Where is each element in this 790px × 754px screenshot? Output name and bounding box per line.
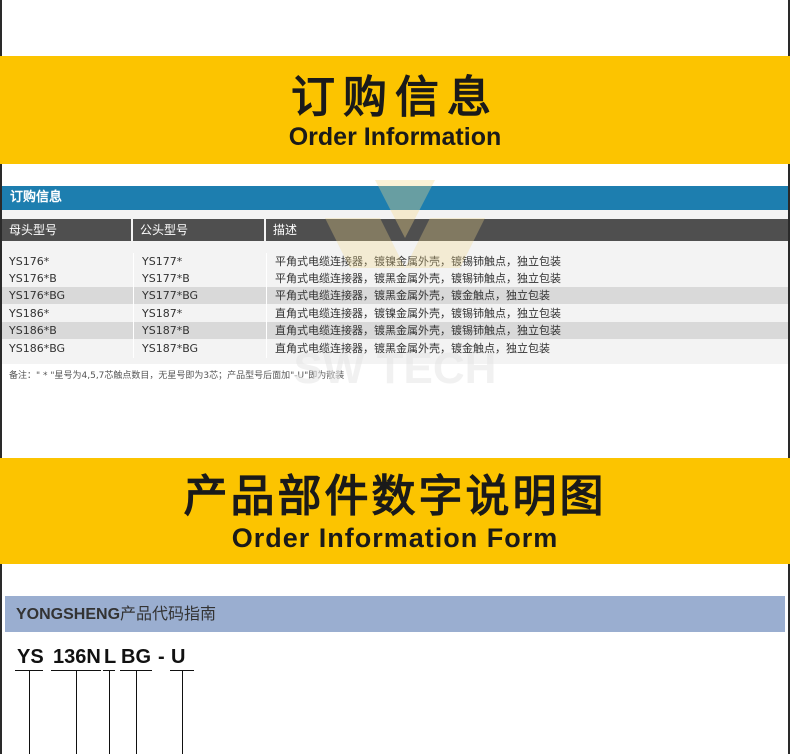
description: 平角式电缆连接器，镀黑金属外壳，镀锡铈触点，独立包装 xyxy=(275,272,561,285)
column-divider xyxy=(133,253,134,358)
code-leader-line xyxy=(136,670,137,754)
table-note: 备注：" * "星号为4,5,7芯触点数目，无星号即为3芯；产品型号后面加"-U… xyxy=(9,371,345,381)
female-model: YS176*B xyxy=(9,272,57,285)
female-model: YS176*BG xyxy=(9,289,66,302)
column-divider xyxy=(266,253,267,358)
description: 平角式电缆连接器，镀镍金属外壳，镀锡铈触点，独立包装 xyxy=(275,255,561,268)
code-part-orientation: L xyxy=(104,646,117,668)
female-model: YS186*BG xyxy=(9,342,66,355)
code-leader-line xyxy=(29,670,30,754)
code-part-dash: - xyxy=(158,646,165,668)
order-form-banner: 产品部件数字说明图 Order Information Form xyxy=(0,458,790,564)
table-row: YS186* YS187* 直角式电缆连接器，镀镍金属外壳，镀锡铈触点，独立包装 xyxy=(2,305,788,322)
guide-brand: YONGSHENG xyxy=(16,606,121,623)
table-heading: 订购信息 xyxy=(2,186,788,210)
banner-title-en: Order Information Form xyxy=(231,523,559,553)
order-info-banner: 订购信息 Order Information xyxy=(0,56,790,164)
code-part-prefix: YS xyxy=(17,646,44,668)
code-leader-line xyxy=(76,670,77,754)
code-part-packaging: U xyxy=(171,646,186,668)
female-model: YS186*B xyxy=(9,324,57,337)
table-row: YS186*BG YS187*BG 直角式电缆连接器，镀黑金属外壳，镀金触点，独… xyxy=(2,340,788,357)
guide-title: 产品代码指南 xyxy=(120,604,217,623)
male-model: YS187*BG xyxy=(142,342,199,355)
male-model: YS177*BG xyxy=(142,289,199,302)
description: 直角式电缆连接器，镀镍金属外壳，镀锡铈触点，独立包装 xyxy=(275,307,561,320)
code-leader-line xyxy=(109,670,110,754)
code-part-finish: BG xyxy=(121,646,151,668)
table-row: YS186*B YS187*B 直角式电缆连接器，镀黑金属外壳，镀锡铈触点，独立… xyxy=(2,322,788,339)
column-header-description: 描述 xyxy=(266,219,788,241)
male-model: YS187*B xyxy=(142,324,190,337)
female-model: YS186* xyxy=(9,307,50,320)
column-header-male: 公头型号 xyxy=(133,219,264,241)
code-leader-line xyxy=(182,670,183,754)
banner-title-cn: 产品部件数字说明图 xyxy=(183,471,607,522)
male-model: YS187* xyxy=(142,307,183,320)
banner-title-en: Order Information xyxy=(288,123,502,151)
column-header-female: 母头型号 xyxy=(2,219,131,241)
description: 直角式电缆连接器，镀黑金属外壳，镀金触点，独立包装 xyxy=(275,342,550,355)
male-model: YS177*B xyxy=(142,272,190,285)
code-part-series: 136N xyxy=(53,646,101,668)
table-row: YS176*B YS177*B 平角式电缆连接器，镀黑金属外壳，镀锡铈触点，独立… xyxy=(2,270,788,287)
female-model: YS176* xyxy=(9,255,50,268)
banner-title-cn: 订购信息 xyxy=(291,72,499,123)
description: 平角式电缆连接器，镀黑金属外壳，镀金触点，独立包装 xyxy=(275,289,550,302)
table-row: YS176* YS177* 平角式电缆连接器，镀镍金属外壳，镀锡铈触点，独立包装 xyxy=(2,253,788,270)
description: 直角式电缆连接器，镀黑金属外壳，镀锡铈触点，独立包装 xyxy=(275,324,561,337)
table-row: YS176*BG YS177*BG 平角式电缆连接器，镀黑金属外壳，镀金触点，独… xyxy=(2,287,788,304)
male-model: YS177* xyxy=(142,255,183,268)
code-guide-bar: YONGSHENG产品代码指南 xyxy=(5,596,785,632)
